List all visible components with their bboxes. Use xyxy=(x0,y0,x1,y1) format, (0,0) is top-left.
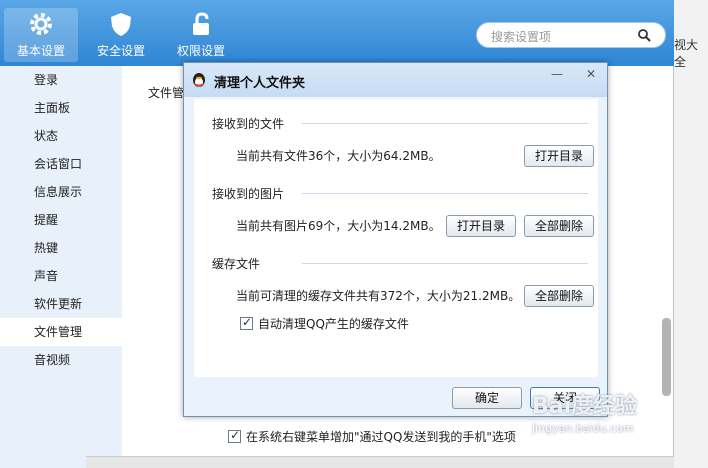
received-files-info: 当前共有文件36个，大小为64.2MB。 xyxy=(236,149,441,163)
delete-all-cache-button[interactable]: 全部删除 xyxy=(524,285,594,307)
sidebar-item-file-management[interactable]: 文件管理 xyxy=(0,318,122,346)
dialog-title: 清理个人文件夹 xyxy=(214,76,306,91)
search-icon[interactable] xyxy=(637,28,651,42)
sidebar-item-main-panel[interactable]: 主面板 xyxy=(0,94,122,122)
dialog-title-bar: 清理个人文件夹 — ✕ xyxy=(184,63,607,97)
ok-button[interactable]: 确定 xyxy=(452,387,522,409)
tab-permission-settings-label: 权限设置 xyxy=(176,44,225,58)
settings-toolbar: 基本设置 安全设置 权限设置 搜索设置项 xyxy=(0,0,674,66)
sidebar-item-hotkey[interactable]: 热键 xyxy=(0,234,122,262)
settings-sidebar: 登录 主面板 状态 会话窗口 信息展示 提醒 热键 声音 软件更新 文件管理 音… xyxy=(0,66,122,468)
send-to-phone-checkbox[interactable] xyxy=(228,428,241,443)
content-scrollbar[interactable] xyxy=(662,318,671,396)
close-icon[interactable]: ✕ xyxy=(580,67,602,83)
sidebar-item-chat-window[interactable]: 会话窗口 xyxy=(0,150,122,178)
open-images-folder-button[interactable]: 打开目录 xyxy=(446,215,516,237)
minimize-button[interactable]: — xyxy=(546,67,568,83)
send-to-phone-option[interactable]: 在系统右键菜单增加"通过QQ发送到我的手机"选项 xyxy=(228,428,516,445)
watermark-logo: Bai度经验 xyxy=(532,394,638,419)
open-files-folder-button[interactable]: 打开目录 xyxy=(524,145,594,167)
section-divider xyxy=(302,263,588,264)
search-input[interactable]: 搜索设置项 xyxy=(476,22,666,48)
auto-clean-option[interactable]: 自动清理QQ产生的缓存文件 xyxy=(240,315,409,332)
sidebar-item-audio-video[interactable]: 音视频 xyxy=(0,346,122,374)
gear-icon xyxy=(30,13,52,35)
tab-basic-settings[interactable]: 基本设置 xyxy=(4,8,78,62)
watermark-url: jingyan.baidu.com xyxy=(532,422,634,435)
sidebar-item-login[interactable]: 登录 xyxy=(0,66,122,94)
baidu-watermark: Bai度经验 jingyan.baidu.com xyxy=(532,388,672,460)
cache-files-info: 当前可清理的缓存文件共有372个，大小为21.2MB。 xyxy=(236,289,521,303)
search-placeholder: 搜索设置项 xyxy=(491,30,552,44)
sidebar-item-reminder[interactable]: 提醒 xyxy=(0,206,122,234)
dialog-body: 接收到的文件 当前共有文件36个，大小为64.2MB。 打开目录 接收到的图片 … xyxy=(194,99,598,377)
send-to-phone-label: 在系统右键菜单增加"通过QQ发送到我的手机"选项 xyxy=(246,430,516,444)
background-page-text: 视大全 xyxy=(674,38,699,69)
auto-clean-checkbox[interactable] xyxy=(240,315,253,330)
section-divider xyxy=(302,123,588,124)
lock-icon xyxy=(193,12,209,35)
cache-files-title: 缓存文件 xyxy=(212,257,261,271)
received-files-title: 接收到的文件 xyxy=(212,117,285,131)
shield-icon xyxy=(111,13,131,36)
auto-clean-label: 自动清理QQ产生的缓存文件 xyxy=(258,317,409,331)
sidebar-item-info-display[interactable]: 信息展示 xyxy=(0,178,122,206)
background-page xyxy=(674,0,708,468)
sidebar-item-software-update[interactable]: 软件更新 xyxy=(0,290,122,318)
received-images-title: 接收到的图片 xyxy=(212,187,285,201)
sidebar-item-sound[interactable]: 声音 xyxy=(0,262,122,290)
tab-permission-settings[interactable]: 权限设置 xyxy=(164,8,238,62)
tab-security-settings[interactable]: 安全设置 xyxy=(84,8,158,62)
received-images-info: 当前共有图片69个，大小为14.2MB。 xyxy=(236,219,441,233)
section-divider xyxy=(302,193,588,194)
file-management-heading: 文件管 xyxy=(148,86,185,100)
sidebar-item-status[interactable]: 状态 xyxy=(0,122,122,150)
tab-security-settings-label: 安全设置 xyxy=(96,44,145,58)
clean-folder-dialog: 清理个人文件夹 — ✕ 接收到的文件 当前共有文件36个，大小为64.2MB。 … xyxy=(183,62,608,417)
delete-all-images-button[interactable]: 全部删除 xyxy=(524,215,594,237)
tab-basic-settings-label: 基本设置 xyxy=(16,44,65,58)
qq-penguin-icon xyxy=(193,73,205,87)
